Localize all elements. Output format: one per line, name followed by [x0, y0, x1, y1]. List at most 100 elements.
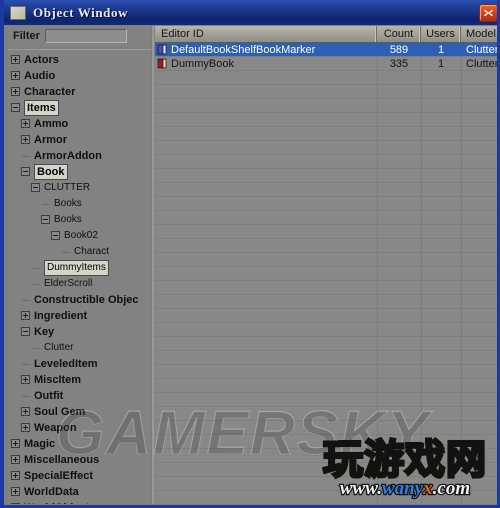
tree-expand-icon[interactable] [11, 503, 20, 504]
tree-item-items[interactable]: Items [8, 100, 151, 116]
table-row-empty [155, 351, 497, 365]
category-tree-panel[interactable]: Actors Audio Character Items Ammo Armor ArmorA… [8, 49, 151, 504]
tree-item-weapon[interactable]: Weapon [8, 420, 151, 436]
tree-item-books[interactable]: Books [8, 196, 151, 212]
column-header-model[interactable]: Model [461, 26, 497, 42]
tree-item-label: ElderScroll [44, 278, 93, 289]
tree-item-character[interactable]: Character [8, 84, 151, 100]
object-list-panel[interactable]: Editor ID Count Users Model DefaultBookS… [155, 26, 497, 504]
category-tree: Actors Audio Character Items Ammo Armor ArmorA… [8, 52, 151, 504]
cell-model [461, 407, 497, 420]
cell-users [421, 253, 461, 266]
column-header-users[interactable]: Users [421, 26, 461, 42]
cell-count [377, 169, 421, 182]
column-header-count[interactable]: Count [377, 26, 421, 42]
title-bar[interactable]: Object Window [4, 0, 497, 25]
table-row-empty [155, 169, 497, 183]
tree-expand-icon[interactable] [11, 487, 20, 496]
column-header-editor-id[interactable]: Editor ID [155, 26, 377, 42]
cell-model [461, 113, 497, 126]
cell-users [421, 197, 461, 210]
cell-users [421, 225, 461, 238]
tree-expand-icon[interactable] [21, 423, 30, 432]
object-window: Object Window Filter Actors Audio Characte… [0, 0, 500, 508]
tree-item-worldobjects[interactable]: WorldObjects [8, 500, 151, 504]
cell-users [421, 239, 461, 252]
cell-model [461, 141, 497, 154]
cell-model [461, 393, 497, 406]
table-row-empty [155, 435, 497, 449]
tree-expand-icon[interactable] [21, 311, 30, 320]
tree-expand-icon[interactable] [11, 55, 20, 64]
tree-expand-icon[interactable] [11, 455, 20, 464]
close-button[interactable] [479, 4, 497, 22]
filter-input[interactable] [44, 29, 127, 43]
tree-expand-icon[interactable] [21, 375, 30, 384]
tree-item-outfit[interactable]: Outfit [8, 388, 151, 404]
cell-editor-id [155, 141, 377, 154]
window-icon [10, 5, 26, 20]
tree-item-miscellaneous[interactable]: Miscellaneous [8, 452, 151, 468]
tree-item-label: CLUTTER [44, 182, 91, 193]
tree-item-label: Key [34, 326, 55, 338]
table-row-empty [155, 393, 497, 407]
tree-item-clutter[interactable]: CLUTTER [8, 180, 151, 196]
table-row-empty [155, 267, 497, 281]
cell-editor-id [155, 225, 377, 238]
tree-expand-icon[interactable] [11, 71, 20, 80]
cell-users [421, 183, 461, 196]
tree-expand-icon[interactable] [11, 87, 20, 96]
cell-model [461, 239, 497, 252]
cell-model [461, 281, 497, 294]
tree-item-clutter[interactable]: Clutter [8, 340, 151, 356]
tree-item-magic[interactable]: Magic [8, 436, 151, 452]
table-row[interactable]: DummyBook 335 1 Clutter\D [155, 57, 497, 71]
cell-users [421, 463, 461, 476]
cell-editor-id [155, 379, 377, 392]
tree-item-elderscroll[interactable]: ElderScroll [8, 276, 151, 292]
tree-expand-icon[interactable] [21, 119, 30, 128]
tree-item-worlddata[interactable]: WorldData [8, 484, 151, 500]
tree-collapse-icon[interactable] [11, 103, 20, 112]
cell-model [461, 197, 497, 210]
tree-item-audio[interactable]: Audio [8, 68, 151, 84]
cell-count [377, 365, 421, 378]
tree-item-ammo[interactable]: Ammo [8, 116, 151, 132]
tree-item-books[interactable]: Books [8, 212, 151, 228]
tree-item-miscitem[interactable]: MiscItem [8, 372, 151, 388]
tree-item-label: Book [34, 164, 68, 180]
tree-item-leveleditem[interactable]: LeveledItem [8, 356, 151, 372]
cell-users [421, 365, 461, 378]
tree-item-dummyitems[interactable]: DummyItems [8, 260, 151, 276]
tree-collapse-icon[interactable] [21, 327, 30, 336]
cell-users [421, 127, 461, 140]
tree-collapse-icon[interactable] [21, 167, 30, 176]
cell-model [461, 71, 497, 84]
cell-count [377, 127, 421, 140]
table-row[interactable]: DefaultBookShelfBookMarker 589 1 Clutter\D [155, 43, 497, 57]
tree-item-armoraddon[interactable]: ArmorAddon [8, 148, 151, 164]
cell-count [377, 421, 421, 434]
cell-count [377, 239, 421, 252]
tree-item-label: ArmorAddon [34, 150, 102, 162]
tree-item-actors[interactable]: Actors [8, 52, 151, 68]
tree-collapse-icon[interactable] [31, 183, 40, 192]
tree-item-key[interactable]: Key [8, 324, 151, 340]
tree-item-armor[interactable]: Armor [8, 132, 151, 148]
tree-item-book[interactable]: Book [8, 164, 151, 180]
cell-count [377, 407, 421, 420]
tree-item-label: Ingredient [34, 310, 88, 322]
tree-collapse-icon[interactable] [51, 231, 60, 240]
tree-expand-icon[interactable] [11, 471, 20, 480]
tree-item-soul-gem[interactable]: Soul Gem [8, 404, 151, 420]
tree-expand-icon[interactable] [11, 439, 20, 448]
tree-expand-icon[interactable] [21, 407, 30, 416]
tree-item-specialeffect[interactable]: SpecialEffect [8, 468, 151, 484]
tree-collapse-icon[interactable] [41, 215, 50, 224]
tree-item-charact[interactable]: Charact [8, 244, 151, 260]
tree-item-constructible-objec[interactable]: Constructible Objec [8, 292, 151, 308]
tree-item-book02[interactable]: Book02 [8, 228, 151, 244]
cell-users: 1 [437, 57, 445, 70]
tree-expand-icon[interactable] [21, 135, 30, 144]
tree-item-ingredient[interactable]: Ingredient [8, 308, 151, 324]
